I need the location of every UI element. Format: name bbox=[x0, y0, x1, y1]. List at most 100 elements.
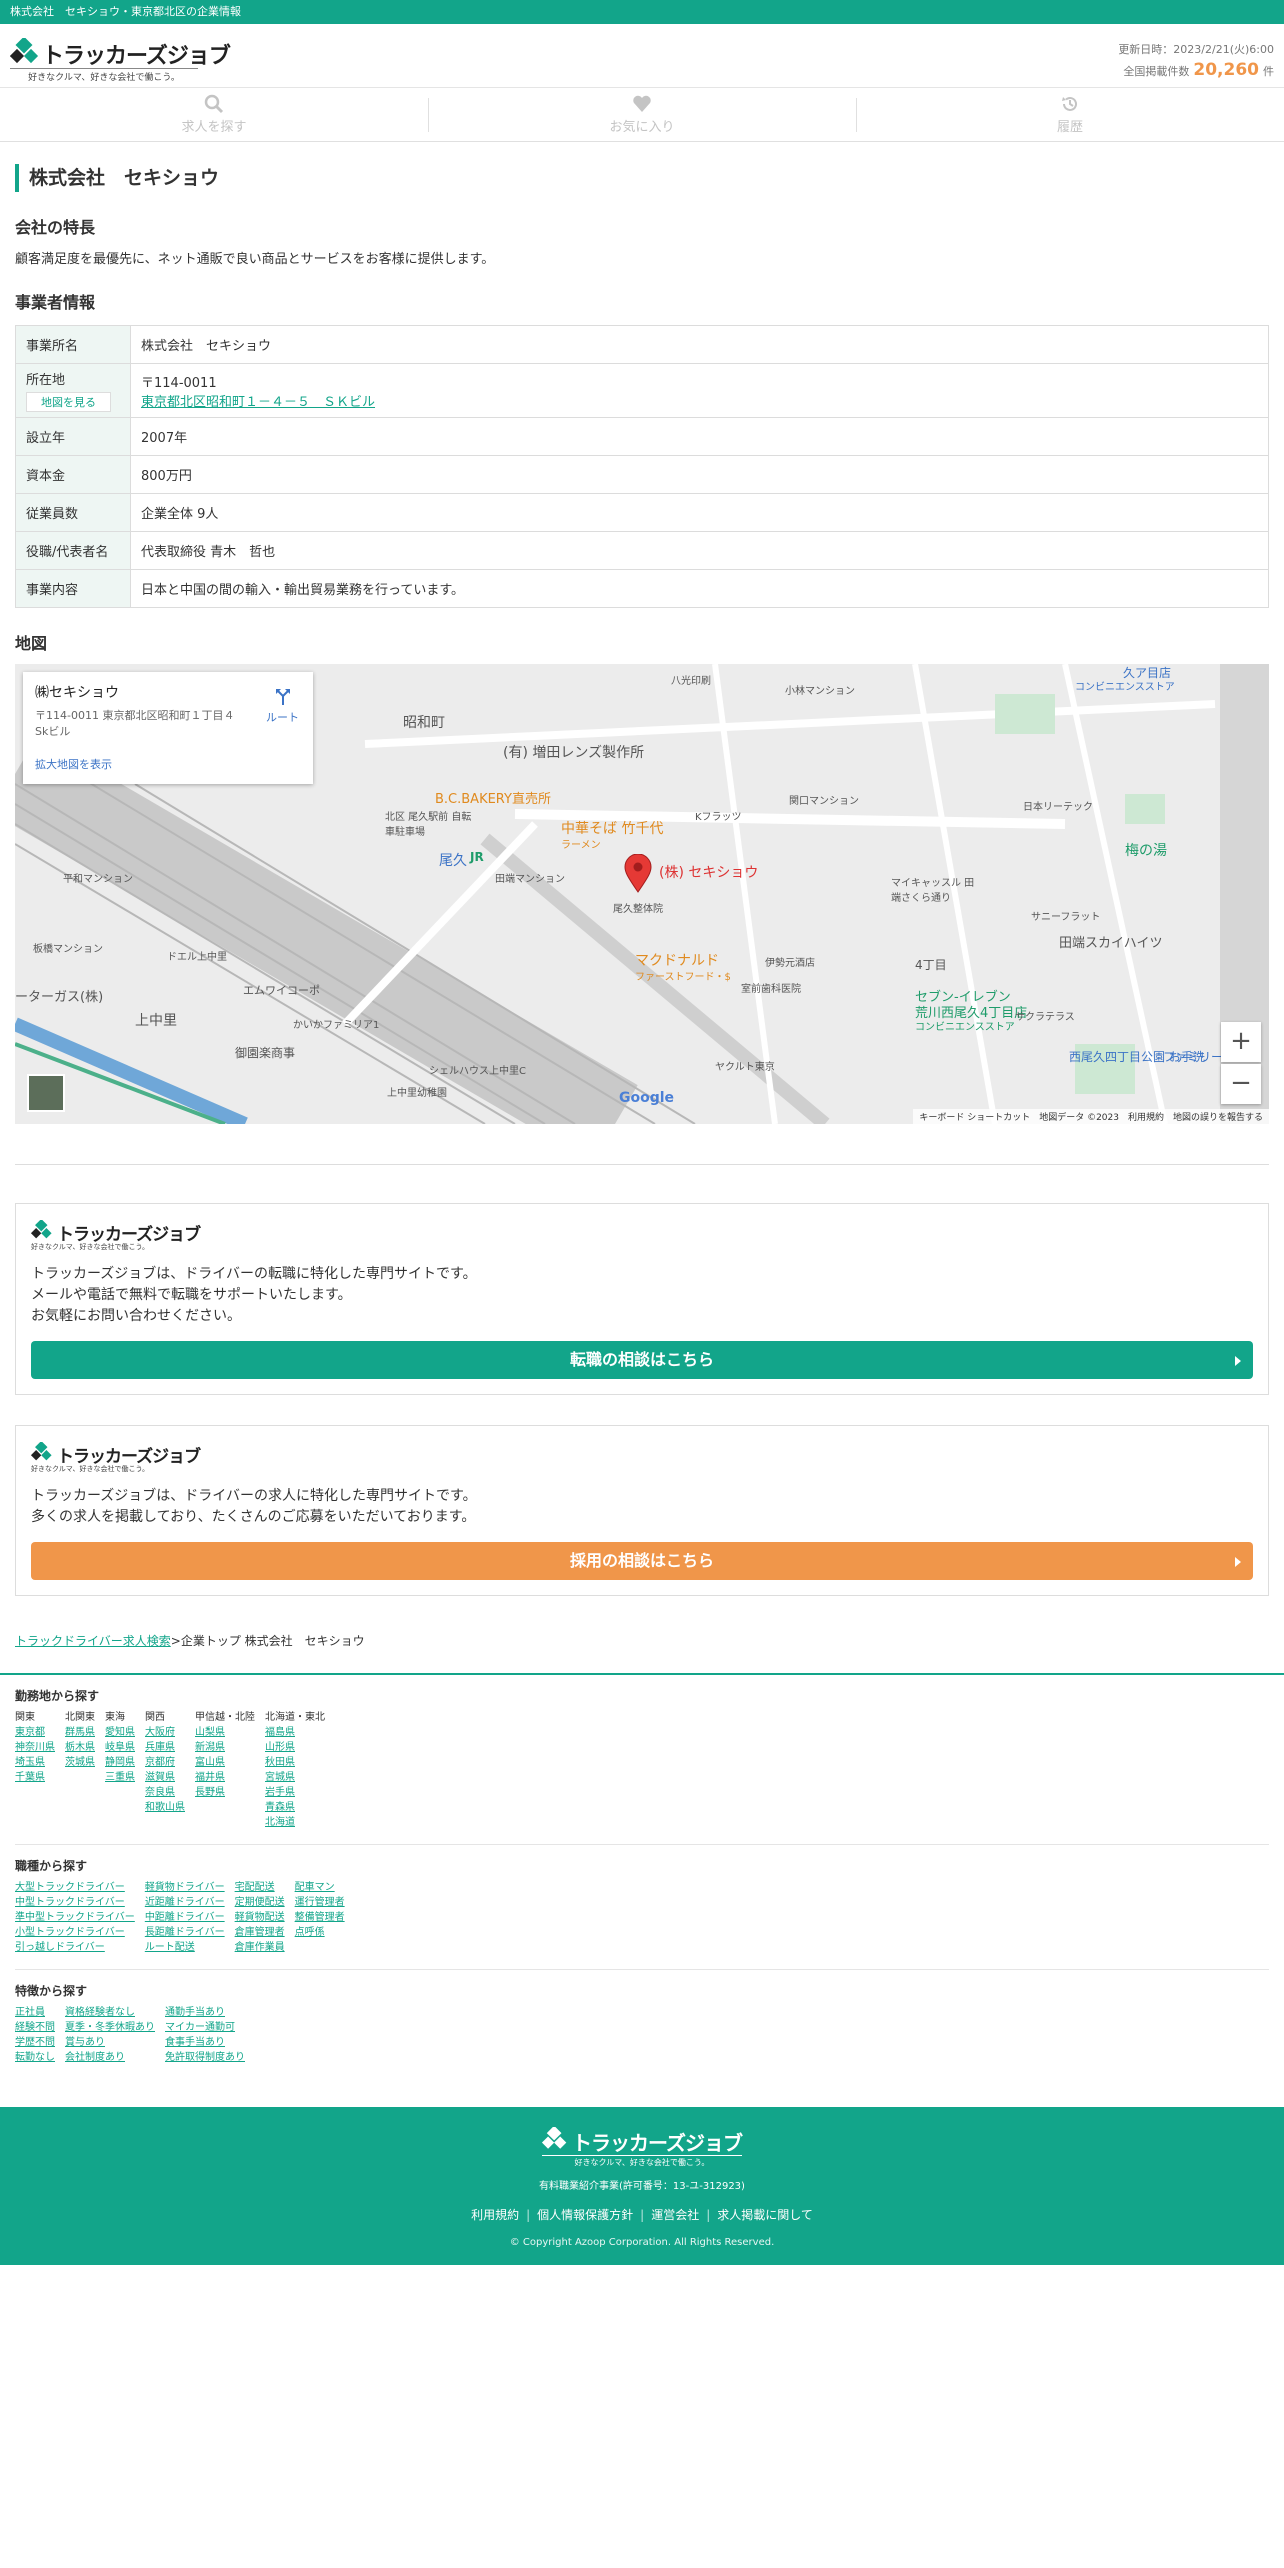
cta-line: トラッカーズジョブは、ドライバーの求人に特化した専門サイトです。 bbox=[31, 1488, 477, 1504]
larger-map-link[interactable]: 拡大地図を表示 bbox=[35, 756, 112, 772]
prefecture-link[interactable]: 東京都 bbox=[15, 1725, 55, 1740]
prefecture-link[interactable]: 岩手県 bbox=[265, 1785, 325, 1800]
prefecture-link[interactable]: 愛知県 bbox=[105, 1725, 135, 1740]
feature-link[interactable]: 資格経験者なし bbox=[65, 2005, 155, 2020]
prefecture-link[interactable]: 福井県 bbox=[195, 1770, 255, 1785]
prefecture-link[interactable]: 大阪府 bbox=[145, 1725, 185, 1740]
footer-logo-name: トラッカーズジョブ bbox=[572, 2131, 743, 2155]
job-link[interactable]: 大型トラックドライバー bbox=[15, 1880, 135, 1895]
job-link[interactable]: 軽貨物配送 bbox=[235, 1910, 285, 1925]
footer-link-posting[interactable]: 求人掲載に関して bbox=[699, 2208, 813, 2222]
prefecture-link[interactable]: 滋賀県 bbox=[145, 1770, 185, 1785]
address-link[interactable]: 東京都北区昭和町１－４－５ ＳＫビル bbox=[141, 395, 375, 410]
job-link[interactable]: 近距離ドライバー bbox=[145, 1895, 225, 1910]
nav-history[interactable]: 履歴 bbox=[856, 88, 1284, 141]
job-link[interactable]: ルート配送 bbox=[145, 1940, 225, 1955]
career-cta-box: トラッカーズジョブ 好きなクルマ、好きな会社で働こう。 トラッカーズジョブは、ド… bbox=[15, 1203, 1269, 1395]
map-label-mcd-sub: ファーストフード・$ bbox=[635, 972, 731, 983]
nav-favorites[interactable]: お気に入り bbox=[428, 88, 856, 141]
prefecture-link[interactable]: 三重県 bbox=[105, 1770, 135, 1785]
job-link[interactable]: 整備管理者 bbox=[295, 1910, 345, 1925]
job-link[interactable]: 軽貨物ドライバー bbox=[145, 1880, 225, 1895]
job-column: 大型トラックドライバー 中型トラックドライバー 準中型トラックドライバー 小型トラック… bbox=[15, 1880, 135, 1955]
footer-logo[interactable]: トラッカーズジョブ 好きなクルマ、好きな会社で働こう。 bbox=[542, 2127, 743, 2175]
map-attribution[interactable]: キーボード ショートカット 地図データ ©2023 利用規約 地図の誤りを報告す… bbox=[913, 1109, 1269, 1124]
prefecture-link[interactable]: 秋田県 bbox=[265, 1755, 325, 1770]
job-link[interactable]: 宅配配送 bbox=[235, 1880, 285, 1895]
feature-link[interactable]: 正社員 bbox=[15, 2005, 55, 2020]
route-button[interactable]: ルート bbox=[266, 688, 299, 725]
footer-link-company[interactable]: 運営会社 bbox=[633, 2208, 699, 2222]
prefecture-link[interactable]: 京都府 bbox=[145, 1755, 185, 1770]
prefecture-link[interactable]: 埼玉県 bbox=[15, 1755, 55, 1770]
satellite-toggle[interactable] bbox=[27, 1074, 65, 1112]
prefecture-link[interactable]: 新潟県 bbox=[195, 1740, 255, 1755]
job-link[interactable]: 倉庫管理者 bbox=[235, 1925, 285, 1940]
logo-mark-icon bbox=[31, 1220, 52, 1239]
job-column: 宅配配送 定期便配送 軽貨物配送 倉庫管理者 倉庫作業員 bbox=[235, 1880, 285, 1955]
row-value: 800万円 bbox=[130, 455, 1269, 494]
job-link[interactable]: 倉庫作業員 bbox=[235, 1940, 285, 1955]
embedded-map[interactable]: (株) セキショウ 昭和町 (有) 増田レンズ製作所 B.C.BAKERY直売所… bbox=[15, 664, 1269, 1124]
feature-link[interactable]: 転勤なし bbox=[15, 2050, 55, 2065]
feature-link[interactable]: 会社制度あり bbox=[65, 2050, 155, 2065]
prefecture-link[interactable]: 富山県 bbox=[195, 1755, 255, 1770]
prefecture-link[interactable]: 山形県 bbox=[265, 1740, 325, 1755]
prefecture-link[interactable]: 青森県 bbox=[265, 1800, 325, 1815]
feature-link[interactable]: 食事手当あり bbox=[165, 2035, 245, 2050]
job-link[interactable]: 小型トラックドライバー bbox=[15, 1925, 135, 1940]
breadcrumb-home-link[interactable]: トラックドライバー求人検索 bbox=[15, 1634, 171, 1648]
job-link[interactable]: 準中型トラックドライバー bbox=[15, 1910, 135, 1925]
site-logo[interactable]: トラッカーズジョブ 好きなクルマ、好きな会社で働こう。 bbox=[10, 36, 231, 83]
view-map-button[interactable]: 地図を見る bbox=[26, 392, 111, 412]
prefecture-link[interactable]: 群馬県 bbox=[65, 1725, 95, 1740]
row-value: 日本と中国の間の輸入・輸出貿易業務を行っています。 bbox=[130, 569, 1269, 608]
prefecture-link[interactable]: 神奈川県 bbox=[15, 1740, 55, 1755]
map-label-kobayashi: 小林マンション bbox=[785, 686, 855, 697]
section-divider bbox=[15, 1164, 1269, 1165]
logo-mark-icon bbox=[542, 2127, 567, 2149]
prefecture-link[interactable]: 和歌山県 bbox=[145, 1800, 185, 1815]
feature-link[interactable]: 通勤手当あり bbox=[165, 2005, 245, 2020]
feature-link[interactable]: 賞与あり bbox=[65, 2035, 155, 2050]
prefecture-link[interactable]: 福島県 bbox=[265, 1725, 325, 1740]
search-job-heading: 職種から探す bbox=[15, 1859, 88, 1873]
feature-link[interactable]: 経験不問 bbox=[15, 2020, 55, 2035]
map-label-mai: マイキャッスル 田端さくら通り bbox=[891, 878, 975, 904]
job-link[interactable]: 長距離ドライバー bbox=[145, 1925, 225, 1940]
area-column: 北関東 群馬県 栃木県 茨城県 bbox=[65, 1710, 95, 1830]
job-link[interactable]: 点呼係 bbox=[295, 1925, 345, 1940]
main-content: 株式会社 セキショウ 会社の特長 顧客満足度を最優先に、ネット通販で良い商品とサ… bbox=[0, 164, 1284, 1649]
job-link[interactable]: 引っ越しドライバー bbox=[15, 1940, 135, 1955]
prefecture-link[interactable]: 千葉県 bbox=[15, 1770, 55, 1785]
prefecture-link[interactable]: 北海道 bbox=[265, 1815, 325, 1830]
prefecture-link[interactable]: 奈良県 bbox=[145, 1785, 185, 1800]
feature-link[interactable]: 夏季・冬季休暇あり bbox=[65, 2020, 155, 2035]
recruit-consult-button[interactable]: 採用の相談はこちら bbox=[31, 1542, 1253, 1580]
job-link[interactable]: 中型トラックドライバー bbox=[15, 1895, 135, 1910]
career-consult-button[interactable]: 転職の相談はこちら bbox=[31, 1341, 1253, 1379]
zoom-out-button[interactable]: − bbox=[1221, 1064, 1261, 1104]
job-link[interactable]: 定期便配送 bbox=[235, 1895, 285, 1910]
row-label: 事業内容 bbox=[15, 569, 131, 608]
prefecture-link[interactable]: 宮城県 bbox=[265, 1770, 325, 1785]
feature-link[interactable]: マイカー通勤可 bbox=[165, 2020, 245, 2035]
footer-link-terms[interactable]: 利用規約 bbox=[471, 2208, 519, 2222]
prefecture-link[interactable]: 栃木県 bbox=[65, 1740, 95, 1755]
prefecture-link[interactable]: 山梨県 bbox=[195, 1725, 255, 1740]
feature-link[interactable]: 学歴不問 bbox=[15, 2035, 55, 2050]
location-marker-icon[interactable] bbox=[623, 854, 653, 894]
job-link[interactable]: 中距離ドライバー bbox=[145, 1910, 225, 1925]
zoom-in-button[interactable]: + bbox=[1221, 1022, 1261, 1062]
nav-search[interactable]: 求人を探す bbox=[0, 88, 428, 141]
prefecture-link[interactable]: 兵庫県 bbox=[145, 1740, 185, 1755]
prefecture-link[interactable]: 静岡県 bbox=[105, 1755, 135, 1770]
job-link[interactable]: 運行管理者 bbox=[295, 1895, 345, 1910]
footer-link-privacy[interactable]: 個人情報保護方針 bbox=[519, 2208, 633, 2222]
prefecture-link[interactable]: 長野県 bbox=[195, 1785, 255, 1800]
prefecture-link[interactable]: 岐阜県 bbox=[105, 1740, 135, 1755]
prefecture-link[interactable]: 茨城県 bbox=[65, 1755, 95, 1770]
feature-link[interactable]: 免許取得制度あり bbox=[165, 2050, 245, 2065]
job-link[interactable]: 配車マン bbox=[295, 1880, 345, 1895]
row-label: 所在地 bbox=[26, 373, 66, 388]
